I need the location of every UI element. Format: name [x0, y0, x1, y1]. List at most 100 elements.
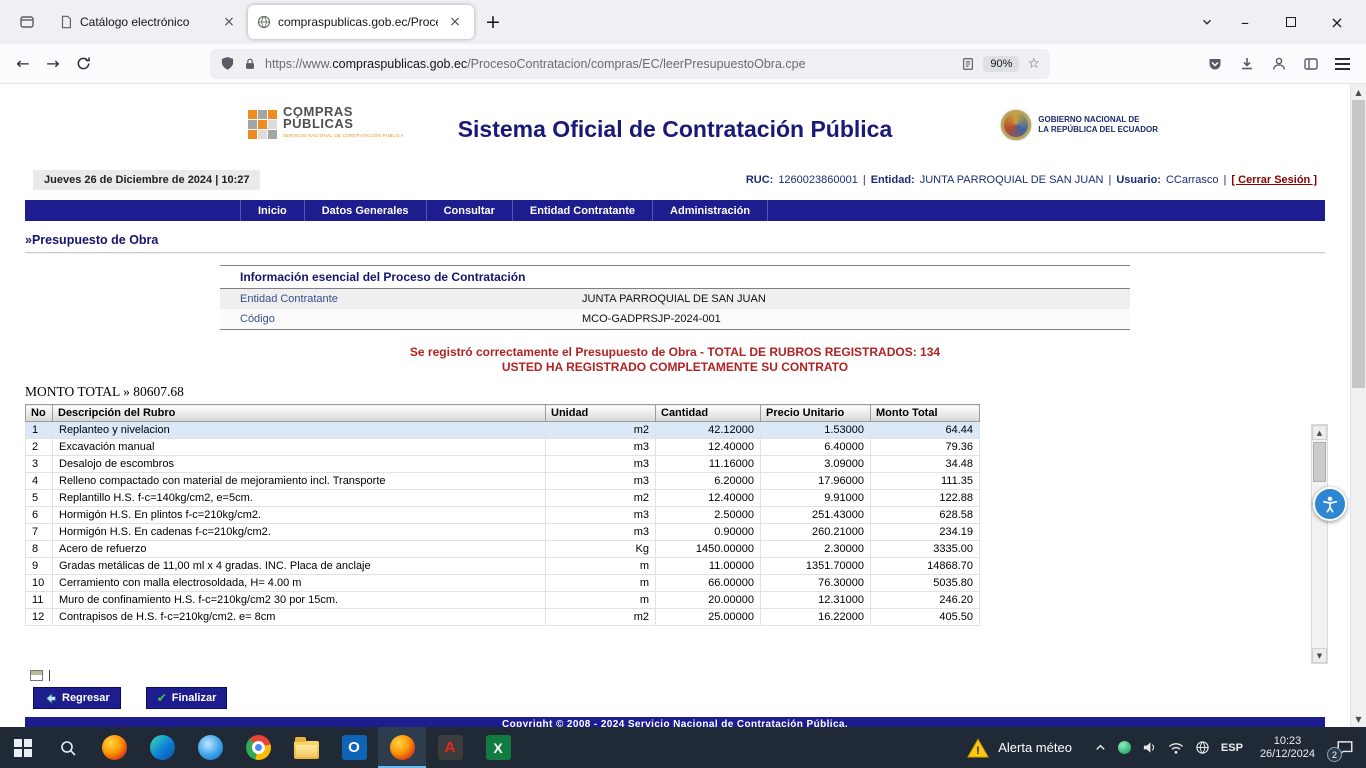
hamburger-lines — [1335, 63, 1350, 65]
table-cell: 11.00000 — [656, 558, 761, 575]
government-seal-block: GOBIERNO NACIONAL DE LA REPÚBLICA DEL EC… — [1001, 110, 1158, 140]
menu-item-consultar[interactable]: Consultar — [427, 200, 513, 221]
shield-icon[interactable] — [220, 56, 235, 71]
file-explorer-taskbar-button[interactable] — [282, 727, 330, 768]
minimize-button[interactable]: – — [1222, 0, 1268, 44]
monto-total-label: MONTO TOTAL » 80607.68 — [25, 384, 1350, 400]
tab-close-icon[interactable]: × — [445, 12, 465, 32]
green-status-icon[interactable] — [1118, 741, 1131, 754]
edge-taskbar-button[interactable] — [138, 727, 186, 768]
menu-item-entidad-contratante[interactable]: Entidad Contratante — [513, 200, 653, 221]
weather-widget[interactable]: ! Alerta méteo — [953, 727, 1086, 768]
scroll-up-icon[interactable]: ▲ — [1351, 84, 1366, 100]
outlook-icon — [342, 735, 367, 760]
separator: | — [863, 174, 866, 186]
accessibility-person-icon — [1321, 495, 1339, 513]
table-cell: 17.96000 — [761, 473, 871, 490]
pocket-icon[interactable] — [1207, 56, 1223, 72]
logout-link[interactable]: [ Cerrar Sesión ] — [1231, 174, 1317, 186]
account-icon[interactable] — [1271, 56, 1287, 72]
sidebars-icon[interactable] — [1303, 56, 1319, 72]
windows-logo-icon — [14, 739, 32, 757]
table-cell: 76.30000 — [761, 575, 871, 592]
regresar-button[interactable]: Regresar — [33, 687, 121, 709]
datetime-label: Jueves 26 de Diciembre de 2024 | 10:27 — [33, 170, 260, 190]
tab-catalogo-electronico[interactable]: Catálogo electrónico × — [50, 5, 248, 39]
reload-button[interactable] — [68, 49, 98, 79]
col-header-unidad: Unidad — [546, 405, 656, 422]
firefox-taskbar-button[interactable] — [378, 727, 426, 768]
browser-scrollbar[interactable]: ▲ ▼ — [1350, 84, 1366, 727]
language-indicator[interactable]: ESP — [1221, 742, 1243, 754]
table-cell: 2 — [26, 439, 53, 456]
back-button[interactable]: ← — [8, 49, 38, 79]
windows-taskbar: ! Alerta méteo ESP 10:23 26/12/2024 — [0, 727, 1366, 768]
table-cell: 3335.00 — [871, 541, 980, 558]
finalizar-button[interactable]: ✔ Finalizar — [146, 687, 228, 709]
reader-mode-icon[interactable] — [961, 57, 975, 71]
col-header-monto-total: Monto Total — [871, 405, 980, 422]
entidad-value: JUNTA PARROQUIAL DE SAN JUAN — [920, 174, 1104, 186]
table-cell: 2.30000 — [761, 541, 871, 558]
volume-icon[interactable] — [1142, 740, 1157, 755]
info-panel-title: Información esencial del Proceso de Cont… — [220, 265, 1130, 289]
search-button[interactable] — [45, 727, 90, 768]
bookmark-star-icon[interactable]: ☆ — [1027, 56, 1040, 72]
firefox-taskbar-button[interactable] — [90, 727, 138, 768]
action-center-button[interactable]: 2 — [1324, 727, 1366, 768]
menu-item-datos-generales[interactable]: Datos Generales — [305, 200, 427, 221]
wifi-icon[interactable] — [1168, 741, 1184, 755]
table-scrollbar-thumb[interactable] — [1313, 442, 1326, 482]
table-cell: m3 — [546, 524, 656, 541]
table-cell: 6.40000 — [761, 439, 871, 456]
table-cell: 79.36 — [871, 439, 980, 456]
regresar-label: Regresar — [62, 692, 110, 704]
network-globe-icon[interactable] — [1195, 740, 1210, 755]
lock-icon[interactable] — [243, 57, 257, 71]
acrobat-taskbar-button[interactable] — [426, 727, 474, 768]
scroll-down-icon[interactable]: ▼ — [1312, 648, 1327, 663]
usuario-value: CCarrasco — [1166, 174, 1219, 186]
taskbar-clock[interactable]: 10:23 26/12/2024 — [1251, 727, 1324, 768]
menu-hamburger-icon[interactable] — [1335, 63, 1350, 65]
outlook-taskbar-button[interactable] — [330, 727, 378, 768]
start-button[interactable] — [0, 727, 45, 768]
browser-scrollbar-thumb[interactable] — [1352, 100, 1365, 388]
table-cell: Muro de confinamiento H.S. f-c=210kg/cm2… — [53, 592, 546, 609]
tab-compraspublicas-active[interactable]: compraspublicas.gob.ec/Proce × — [248, 5, 474, 39]
forward-button[interactable]: → — [38, 49, 68, 79]
tab-title: Catálogo electrónico — [80, 15, 212, 29]
scroll-up-icon[interactable]: ▲ — [1312, 425, 1327, 440]
accessibility-widget-button[interactable] — [1313, 487, 1347, 521]
scroll-down-icon[interactable]: ▼ — [1351, 711, 1366, 727]
list-all-tabs-icon[interactable] — [1192, 7, 1222, 37]
grid-icon[interactable] — [30, 670, 43, 681]
table-cell: 2.50000 — [656, 507, 761, 524]
table-cell: 10 — [26, 575, 53, 592]
table-row: 6Hormigón H.S. En plintos f-c=210kg/cm2.… — [26, 507, 980, 524]
table-cell: 122.88 — [871, 490, 980, 507]
table-cell: Acero de refuerzo — [53, 541, 546, 558]
firefox-view-icon[interactable] — [10, 5, 44, 39]
menu-item-administracion[interactable]: Administración — [653, 200, 768, 221]
table-cell: 234.19 — [871, 524, 980, 541]
new-tab-button[interactable]: + — [478, 7, 508, 37]
close-window-button[interactable]: × — [1314, 0, 1360, 44]
table-cell: m — [546, 575, 656, 592]
maximize-button[interactable] — [1268, 0, 1314, 44]
table-scrollbar[interactable]: ▲ ▼ — [1311, 424, 1328, 664]
tab-close-icon[interactable]: × — [219, 12, 239, 32]
excel-taskbar-button[interactable] — [474, 727, 522, 768]
firefox-icon — [102, 735, 127, 760]
show-hidden-icons-chevron[interactable] — [1094, 741, 1107, 754]
menu-item-inicio[interactable]: Inicio — [240, 200, 305, 221]
table-cell: m — [546, 592, 656, 609]
downloads-icon[interactable] — [1239, 56, 1255, 72]
internet-explorer-taskbar-button[interactable] — [186, 727, 234, 768]
window-controls: – × — [1222, 0, 1360, 44]
chrome-taskbar-button[interactable] — [234, 727, 282, 768]
zoom-level-button[interactable]: 90% — [983, 56, 1019, 72]
info-row: Código MCO-GADPRSJP-2024-001 — [220, 309, 1130, 329]
address-bar[interactable]: https://www.compraspublicas.gob.ec/Proce… — [210, 49, 1050, 79]
edge-icon — [150, 735, 175, 760]
